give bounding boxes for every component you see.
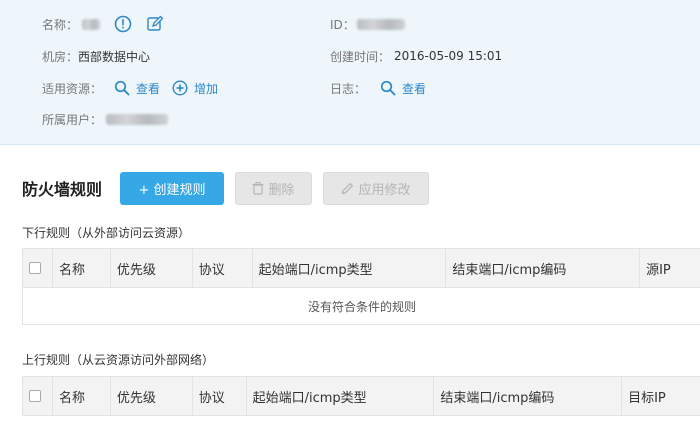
- resources-row: 适用资源： 查看 增加: [42, 78, 218, 98]
- outbound-select-all-checkbox[interactable]: [29, 390, 41, 402]
- create-rule-label: + 创建规则: [138, 183, 206, 198]
- created-label: 创建时间：: [330, 49, 391, 64]
- id-row: ID：: [330, 14, 405, 34]
- inbound-col-start-port[interactable]: 起始端口/icmp类型: [251, 248, 447, 288]
- outbound-col-end-port[interactable]: 结束端口/icmp编码: [433, 376, 623, 416]
- outbound-rules-title: 上行规则（从云资源访问外部网络）: [22, 353, 215, 367]
- outbound-col-name[interactable]: 名称: [52, 376, 111, 416]
- inbound-rules-title: 下行规则（从外部访问云资源）: [22, 226, 191, 240]
- room-value: 西部数据中心: [78, 49, 151, 64]
- owner-row: 所属用户：: [42, 109, 169, 129]
- log-label: 日志：: [330, 81, 367, 96]
- id-label: ID：: [330, 17, 355, 32]
- inbound-col-protocol[interactable]: 协议: [191, 248, 253, 288]
- resources-label: 适用资源：: [42, 81, 103, 96]
- view-log-link[interactable]: 查看: [402, 80, 426, 97]
- info-panel: 名称： ID： 机房： 西部数据中心 创建时间： 2016-05-09 15:0…: [0, 0, 700, 145]
- inbound-col-source-ip[interactable]: 源IP: [639, 248, 700, 288]
- view-resources-link[interactable]: 查看: [136, 80, 160, 97]
- inbound-header-row: 名称 优先级 协议 起始端口/icmp类型 结束端口/icmp编码 源IP: [22, 248, 700, 288]
- plus-circle-icon[interactable]: [172, 80, 188, 96]
- outbound-col-start-port[interactable]: 起始端口/icmp类型: [245, 376, 435, 416]
- apply-changes-label: 应用修改: [358, 183, 411, 198]
- owner-label: 所属用户：: [42, 112, 103, 127]
- add-resources-link[interactable]: 增加: [194, 80, 218, 97]
- log-row: 日志： 查看: [330, 78, 426, 98]
- log-search-icon[interactable]: [380, 80, 396, 96]
- id-value-redacted: [356, 18, 405, 30]
- created-value: 2016-05-09 15:01: [394, 49, 503, 63]
- inbound-select-all-cell: [22, 248, 53, 288]
- apply-changes-button[interactable]: 应用修改: [323, 172, 429, 205]
- outbound-header-row: 名称 优先级 协议 起始端口/icmp类型 结束端口/icmp编码 目标IP: [22, 376, 700, 416]
- outbound-col-priority[interactable]: 优先级: [109, 376, 193, 416]
- inbound-col-priority[interactable]: 优先级: [109, 248, 193, 288]
- name-label: 名称：: [42, 17, 79, 32]
- outbound-col-dest-ip[interactable]: 目标IP: [621, 376, 700, 416]
- room-label: 机房：: [42, 49, 79, 64]
- info-circle-icon[interactable]: [114, 15, 132, 33]
- firewall-rules-title: 防火墙规则: [22, 180, 103, 199]
- inbound-select-all-checkbox[interactable]: [29, 262, 41, 274]
- outbound-col-protocol[interactable]: 协议: [191, 376, 247, 416]
- inbound-empty-row: 没有符合条件的规则: [22, 287, 700, 325]
- delete-button[interactable]: 删除: [235, 172, 312, 205]
- create-rule-button[interactable]: + 创建规则: [120, 172, 224, 205]
- pencil-icon: [341, 182, 354, 195]
- owner-value-redacted: [106, 113, 169, 125]
- inbound-col-end-port[interactable]: 结束端口/icmp编码: [445, 248, 641, 288]
- edit-icon[interactable]: [146, 15, 164, 33]
- trash-icon: [252, 182, 264, 195]
- outbound-select-all-cell: [22, 376, 53, 416]
- inbound-empty-message: 没有符合条件的规则: [22, 287, 700, 325]
- name-value-redacted: [82, 18, 101, 30]
- room-row: 机房： 西部数据中心: [42, 46, 150, 66]
- name-row: 名称：: [42, 14, 164, 34]
- created-row: 创建时间： 2016-05-09 15:01: [330, 46, 502, 66]
- inbound-rules-table: 名称 优先级 协议 起始端口/icmp类型 结束端口/icmp编码 源IP 没有…: [22, 248, 700, 325]
- delete-label: 删除: [268, 183, 295, 198]
- inbound-col-name[interactable]: 名称: [52, 248, 111, 288]
- outbound-rules-table: 名称 优先级 协议 起始端口/icmp类型 结束端口/icmp编码 目标IP: [22, 376, 700, 416]
- search-icon[interactable]: [114, 80, 130, 96]
